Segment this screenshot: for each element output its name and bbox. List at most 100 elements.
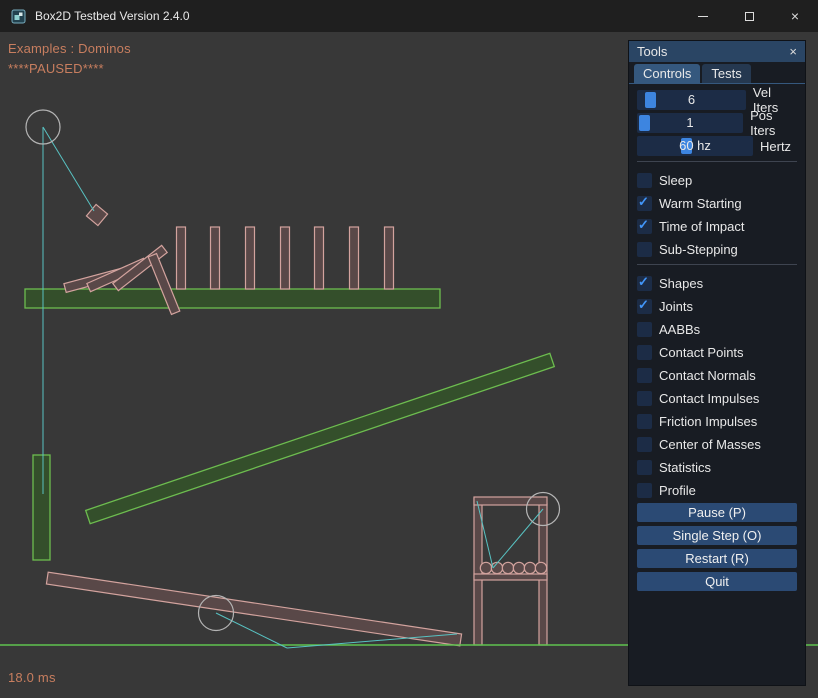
checkbox-box: ✓ [637, 345, 652, 360]
checkbox-label: Sleep [659, 173, 692, 188]
checkbox-label: Friction Impulses [659, 414, 757, 429]
checkbox-box: ✓ [637, 368, 652, 383]
minimize-icon [698, 16, 708, 17]
pos-iters-label: Pos Iters [750, 108, 797, 138]
hertz-label: Hertz [760, 139, 791, 154]
domino [350, 227, 359, 289]
simulation-canvas[interactable]: Examples : Dominos ****PAUSED**** 18.0 m… [0, 32, 818, 698]
pos-iters-slider[interactable]: 1 [637, 113, 743, 133]
restart-button[interactable]: Restart (R) [637, 549, 797, 568]
example-label: Examples : Dominos [8, 41, 131, 56]
tools-titlebar[interactable]: Tools × [629, 41, 805, 62]
checkbox-contact-impulses[interactable]: ✓ Contact Impulses [637, 388, 797, 408]
checkbox-box: ✓ [637, 437, 652, 452]
tab-controls[interactable]: Controls [634, 64, 700, 83]
tab-bar: Controls Tests [629, 62, 805, 84]
check-icon: ✓ [638, 194, 649, 210]
checkbox-box: ✓ [637, 196, 652, 211]
frame-top-bar [474, 497, 547, 505]
pendulum-bob [86, 204, 107, 225]
separator [637, 264, 797, 265]
frame-time-label: 18.0 ms [8, 670, 56, 685]
checkbox-center-of-masses[interactable]: ✓ Center of Masses [637, 434, 797, 454]
checkbox-warm-starting[interactable]: ✓ Warm Starting [637, 193, 797, 213]
checkbox-label: AABBs [659, 322, 700, 337]
tools-close-icon[interactable]: × [789, 44, 797, 59]
checkbox-time-of-impact[interactable]: ✓ Time of Impact [637, 216, 797, 236]
minimize-button[interactable] [680, 0, 726, 32]
domino [246, 227, 255, 289]
ball [502, 562, 513, 573]
checkbox-label: Contact Impulses [659, 391, 759, 406]
checkbox-box: ✓ [637, 242, 652, 257]
tools-content: 6 Vel Iters 1 Pos Iters 60 hz Hertz [629, 84, 805, 591]
checkbox-box: ✓ [637, 322, 652, 337]
check-icon: ✓ [638, 217, 649, 233]
checkbox-label: Joints [659, 299, 693, 314]
check-icon: ✓ [638, 274, 649, 290]
domino [177, 227, 186, 289]
tools-panel: Tools × Controls Tests 6 Vel Iters 1 [628, 40, 806, 686]
vel-iters-slider[interactable]: 6 [637, 90, 746, 110]
maximize-icon [745, 12, 754, 21]
checkbox-label: Sub-Stepping [659, 242, 738, 257]
checkbox-box: ✓ [637, 460, 652, 475]
checkbox-aabbs[interactable]: ✓ AABBs [637, 319, 797, 339]
checkbox-box: ✓ [637, 391, 652, 406]
hertz-slider[interactable]: 60 hz [637, 136, 753, 156]
checkbox-statistics[interactable]: ✓ Statistics [637, 457, 797, 477]
close-button[interactable]: × [772, 0, 818, 32]
domino [211, 227, 220, 289]
checkbox-label: Time of Impact [659, 219, 744, 234]
checkbox-label: Statistics [659, 460, 711, 475]
domino [281, 227, 290, 289]
quit-button[interactable]: Quit [637, 572, 797, 591]
pause-button[interactable]: Pause (P) [637, 503, 797, 522]
checkbox-label: Profile [659, 483, 696, 498]
window-title: Box2D Testbed Version 2.4.0 [35, 9, 190, 23]
tab-tests[interactable]: Tests [702, 64, 750, 83]
separator [637, 161, 797, 162]
checkbox-contact-normals[interactable]: ✓ Contact Normals [637, 365, 797, 385]
checkbox-sub-stepping[interactable]: ✓ Sub-Stepping [637, 239, 797, 259]
window-titlebar: Box2D Testbed Version 2.4.0 × [0, 0, 818, 32]
checkbox-box: ✓ [637, 414, 652, 429]
checkbox-label: Contact Normals [659, 368, 756, 383]
checkbox-box: ✓ [637, 483, 652, 498]
maximize-button[interactable] [726, 0, 772, 32]
domino [385, 227, 394, 289]
ball [513, 562, 524, 573]
frame-shelf-bar [474, 574, 547, 580]
tools-title: Tools [637, 44, 667, 59]
checkbox-box: ✓ [637, 299, 652, 314]
close-icon: × [791, 8, 799, 24]
checkbox-joints[interactable]: ✓ Joints [637, 296, 797, 316]
app-icon [11, 9, 26, 24]
checkbox-label: Shapes [659, 276, 703, 291]
ball [535, 562, 546, 573]
domino-platform [25, 289, 440, 308]
pos-iters-value: 1 [637, 113, 743, 133]
checkbox-box: ✓ [637, 173, 652, 188]
check-icon: ✓ [638, 297, 649, 313]
dynamic-bodies[interactable] [46, 204, 547, 645]
pos-iters-row: 1 Pos Iters [637, 113, 797, 133]
paused-label: ****PAUSED**** [8, 61, 104, 76]
vertical-block [33, 455, 50, 560]
checkbox-label: Warm Starting [659, 196, 742, 211]
ball [480, 562, 491, 573]
domino [315, 227, 324, 289]
checkbox-shapes[interactable]: ✓ Shapes [637, 273, 797, 293]
checkbox-friction-impulses[interactable]: ✓ Friction Impulses [637, 411, 797, 431]
single-step-button[interactable]: Single Step (O) [637, 526, 797, 545]
hertz-row: 60 hz Hertz [637, 136, 797, 156]
checkbox-label: Contact Points [659, 345, 744, 360]
hertz-value: 60 hz [637, 136, 753, 156]
checkbox-profile[interactable]: ✓ Profile [637, 480, 797, 500]
checkbox-box: ✓ [637, 219, 652, 234]
checkbox-sleep[interactable]: ✓ Sleep [637, 170, 797, 190]
ball [524, 562, 535, 573]
checkbox-contact-points[interactable]: ✓ Contact Points [637, 342, 797, 362]
vel-iters-value: 6 [637, 90, 746, 110]
checkbox-label: Center of Masses [659, 437, 761, 452]
